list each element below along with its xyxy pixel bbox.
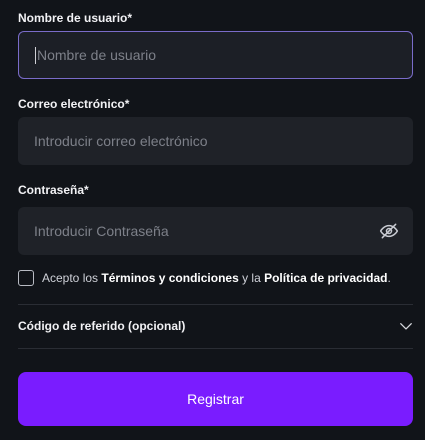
eye-off-icon[interactable]: [379, 221, 399, 241]
email-field-container[interactable]: [18, 117, 413, 165]
username-field-container[interactable]: [18, 31, 413, 79]
username-label: Nombre de usuario*: [18, 11, 133, 25]
terms-prefix-text: Acepto los: [42, 271, 102, 285]
referral-label: Código de referido (opcional): [18, 319, 186, 333]
divider-bottom: [18, 348, 413, 349]
referral-code-toggle[interactable]: Código de referido (opcional): [18, 306, 413, 346]
email-input[interactable]: [34, 133, 397, 149]
terms-middle-text: y la: [238, 271, 265, 285]
password-field-container[interactable]: [18, 207, 413, 255]
terms-link[interactable]: Términos y condiciones: [101, 271, 238, 285]
divider-top: [18, 304, 413, 305]
email-label: Correo electrónico*: [18, 97, 130, 111]
privacy-policy-link[interactable]: Política de privacidad: [264, 271, 387, 285]
text-caret: [35, 46, 36, 64]
terms-checkbox[interactable]: [18, 270, 34, 286]
password-input[interactable]: [34, 223, 397, 239]
register-button[interactable]: Registrar: [18, 372, 413, 426]
chevron-down-icon: [400, 323, 412, 330]
terms-consent: Acepto los Términos y condiciones y la P…: [18, 270, 391, 286]
password-label: Contraseña*: [18, 183, 89, 197]
terms-suffix-text: .: [387, 271, 391, 285]
registration-form: Nombre de usuario* Correo electrónico* C…: [0, 0, 425, 440]
username-input[interactable]: [37, 47, 396, 63]
